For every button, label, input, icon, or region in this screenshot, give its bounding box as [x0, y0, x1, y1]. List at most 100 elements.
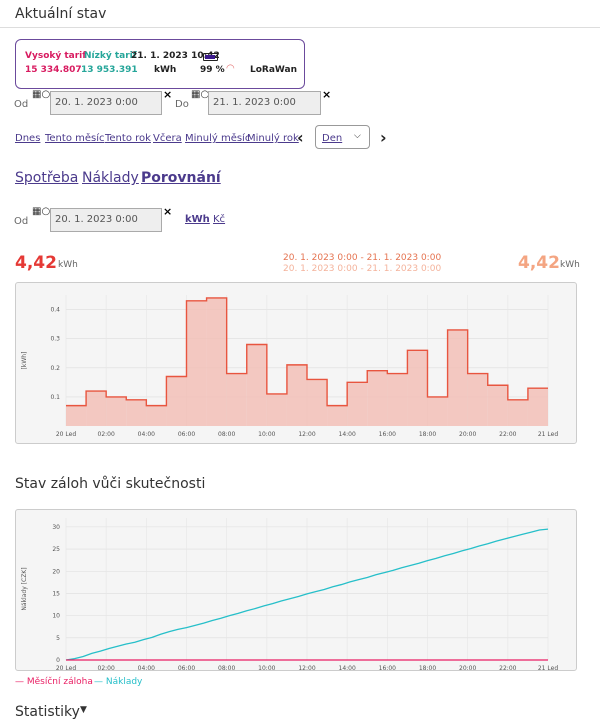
- deposits-chart: 0 5 10 15 20 25 30 20 Led 02:00 04:00 06:00 08:00 10…: [21, 518, 558, 672]
- consumption-chart-box: 0.1 0.2 0.3 0.4 20 Led 02:00 04:00 06:00 08:00 10…: [15, 282, 577, 444]
- consumption-bar: [467, 373, 488, 426]
- link-today[interactable]: Dnes: [15, 133, 40, 144]
- x-tick-label: 08:00: [218, 431, 235, 438]
- y-tick-label: 25: [52, 546, 60, 553]
- link-yesterday[interactable]: Včera: [153, 133, 182, 144]
- y-tick-label: 15: [52, 590, 60, 597]
- unit-kwh-link[interactable]: kWh: [185, 214, 210, 225]
- compare-range-b: 20. 1. 2023 0:00 - 21. 1. 2023 0:00: [283, 264, 442, 274]
- consumption-bar: [387, 373, 408, 426]
- consumption-bar: [206, 297, 227, 426]
- compare-from-label: Od: [14, 216, 29, 227]
- compare-date-input[interactable]: 20. 1. 2023 0:00: [50, 208, 162, 232]
- x-tick-label: 08:00: [218, 665, 235, 670]
- legend-costs: — Náklady: [94, 677, 143, 687]
- x-tick-label: 16:00: [379, 665, 396, 670]
- consumption-bar: [527, 388, 548, 426]
- x-tick-label: 20 Led: [56, 431, 76, 438]
- from-label: Od: [14, 99, 29, 110]
- link-last-year[interactable]: Minulý rok: [247, 133, 299, 144]
- chevron-down-icon: ⌵: [354, 131, 361, 141]
- compare-range-a: 20. 1. 2023 0:00 - 21. 1. 2023 0:00: [283, 253, 442, 263]
- x-tick-label: 02:00: [98, 665, 115, 670]
- consumption-bar: [507, 399, 528, 426]
- compare-left-value: 4,42: [15, 253, 57, 273]
- y-tick-label: 0.1: [50, 394, 60, 401]
- y-axis-label: Náklady [CZK]: [21, 567, 28, 610]
- page-title: Aktuální stav: [15, 6, 107, 22]
- date-from-input[interactable]: 20. 1. 2023 0:00: [50, 91, 162, 115]
- status-card: Vysoký tarif Nízký tarif 21. 1. 2023 10:…: [15, 39, 305, 89]
- x-tick-label: 21 Led: [538, 431, 558, 438]
- caret-down-icon[interactable]: ▼: [80, 705, 87, 715]
- consumption-bar: [487, 385, 508, 426]
- consumption-bar: [106, 396, 127, 426]
- low-tariff-value: 13 953.391: [81, 65, 138, 75]
- x-tick-label: 14:00: [339, 665, 356, 670]
- consumption-bar: [146, 405, 167, 426]
- consumption-bar: [286, 364, 307, 426]
- wifi-icon: ◠: [226, 63, 235, 74]
- consumption-bar: [86, 391, 107, 426]
- y-tick-label: 0: [56, 657, 60, 664]
- consumption-bar: [327, 405, 348, 426]
- period-select-value: Den: [322, 133, 343, 144]
- y-tick-label: 10: [52, 613, 60, 620]
- battery-percent: 99 %: [200, 65, 225, 75]
- consumption-bar: [407, 350, 428, 426]
- link-this-year[interactable]: Tento rok: [105, 133, 151, 144]
- x-tick-label: 12:00: [298, 431, 315, 438]
- link-last-month[interactable]: Minulý měsíc: [185, 133, 250, 144]
- consumption-bar: [186, 300, 207, 426]
- consumption-bar: [166, 376, 187, 426]
- consumption-bar: [266, 393, 287, 426]
- period-select[interactable]: Den ⌵: [315, 125, 370, 149]
- consumption-bar: [66, 405, 87, 426]
- unit-label: kWh: [154, 65, 177, 75]
- x-tick-label: 20:00: [459, 431, 476, 438]
- consumption-bar: [427, 396, 448, 426]
- y-tick-label: 20: [52, 568, 60, 575]
- date-to-input[interactable]: 21. 1. 2023 0:00: [208, 91, 321, 115]
- consumption-bar: [447, 329, 468, 426]
- consumption-bar: [307, 379, 328, 426]
- calendar-clock-icon: ▦○: [32, 206, 51, 217]
- high-tariff-label: Vysoký tarif: [25, 51, 87, 61]
- consumption-bar: [347, 382, 368, 426]
- tab-consumption[interactable]: Spotřeba: [15, 170, 78, 186]
- x-tick-label: 21 Led: [538, 665, 558, 670]
- y-axis-label: [kWh]: [21, 352, 28, 370]
- consumption-bar: [367, 370, 388, 426]
- link-this-month[interactable]: Tento měsíc: [45, 133, 105, 144]
- x-tick-label: 22:00: [499, 431, 516, 438]
- compare-right-value: 4,42: [518, 253, 560, 273]
- y-tick-label: 0.4: [50, 307, 60, 314]
- x-tick-label: 20 Led: [56, 665, 76, 670]
- network-label: LoRaWan: [250, 65, 298, 75]
- low-tariff-label: Nízký tarif: [84, 51, 137, 61]
- y-tick-label: 5: [56, 635, 60, 642]
- y-tick-label: 30: [52, 524, 60, 531]
- x-tick-label: 18:00: [419, 665, 436, 670]
- deposits-section-title: Stav záloh vůči skutečnosti: [15, 476, 206, 492]
- clear-compare-icon[interactable]: ×: [163, 205, 172, 218]
- tab-comparison[interactable]: Porovnání: [141, 170, 221, 186]
- consumption-bar: [126, 399, 147, 426]
- x-tick-label: 10:00: [258, 665, 275, 670]
- x-tick-label: 20:00: [459, 665, 476, 670]
- statistics-toggle[interactable]: Statistiky: [15, 704, 80, 720]
- x-tick-label: 06:00: [178, 665, 195, 670]
- legend-monthly: — Měsíční záloha: [15, 677, 93, 687]
- x-tick-label: 02:00: [98, 431, 115, 438]
- prev-period-icon[interactable]: ‹: [297, 128, 304, 147]
- unit-czk-link[interactable]: Kč: [213, 214, 225, 225]
- x-tick-label: 04:00: [138, 665, 155, 670]
- y-tick-label: 0.3: [50, 336, 60, 343]
- clear-from-icon[interactable]: ×: [163, 88, 172, 101]
- tab-costs[interactable]: Náklady: [82, 170, 139, 186]
- battery-icon: [203, 53, 218, 61]
- next-period-icon[interactable]: ›: [380, 128, 387, 147]
- clear-to-icon[interactable]: ×: [322, 88, 331, 101]
- consumption-chart: 0.1 0.2 0.3 0.4 20 Led 02:00 04:00 06:00 08:00 10…: [21, 295, 558, 438]
- x-tick-label: 04:00: [138, 431, 155, 438]
